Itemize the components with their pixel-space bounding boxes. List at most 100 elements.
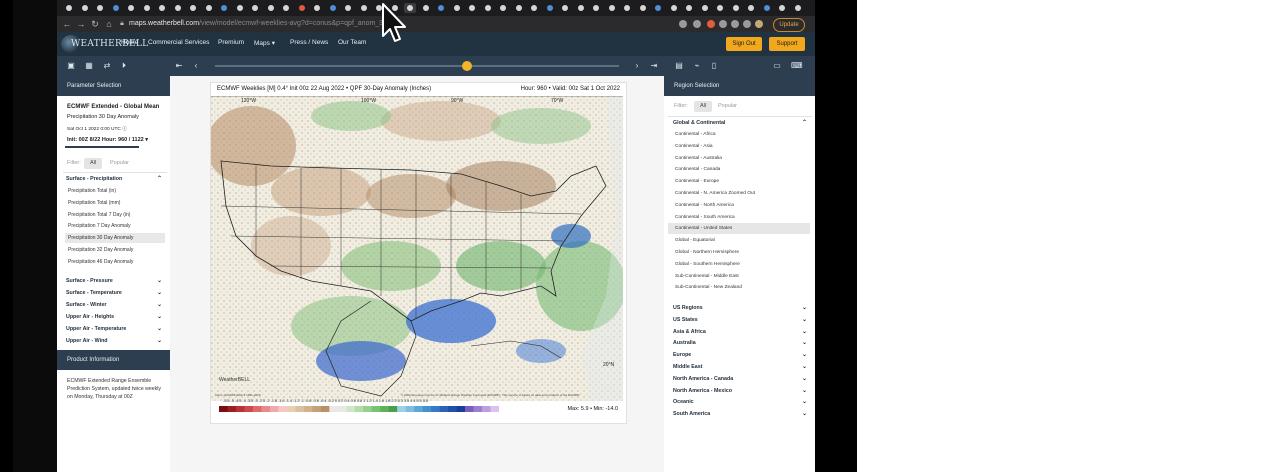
region-group[interactable]: North America - Canada ⌄ <box>673 374 807 385</box>
browser-tab[interactable] <box>187 3 199 13</box>
region-group[interactable]: North America - Mexico ⌄ <box>673 386 807 397</box>
parameter-group[interactable]: Surface - Temperature ⌄ <box>66 288 162 298</box>
browser-tab[interactable] <box>435 3 447 13</box>
init-hour-select[interactable]: Init: 00Z 8/22 Hour: 960 / 1122 ▾ <box>67 137 148 143</box>
region-item[interactable]: Continental - N. America Zoomed Out <box>668 188 810 199</box>
parameter-item[interactable]: Precipitation 32 Day Anomaly <box>65 245 165 255</box>
browser-tab[interactable] <box>63 3 75 13</box>
region-item[interactable]: Continental - Canada <box>668 164 810 175</box>
browser-tab[interactable] <box>327 3 339 13</box>
browser-tab[interactable] <box>203 3 215 13</box>
last-frame-icon[interactable]: ⇥ <box>650 62 658 70</box>
region-item[interactable]: Global - Northern Hemisphere <box>668 247 810 258</box>
parameter-item[interactable]: Precipitation 46 Day Anomaly <box>65 257 165 267</box>
map-image-card[interactable]: ECMWF Weeklies [M] 0.4° Init 00z 22 Aug … <box>210 82 627 424</box>
browser-tab[interactable] <box>420 3 432 13</box>
back-icon[interactable]: ← <box>62 19 72 29</box>
parameter-group[interactable]: Upper Air - Heights ⌄ <box>66 312 162 322</box>
browser-tab[interactable] <box>714 3 726 13</box>
single-panel-icon[interactable]: ▣ <box>67 62 75 70</box>
filter-popular-button[interactable]: Popular <box>718 103 737 109</box>
browser-tab[interactable] <box>234 3 246 13</box>
browser-tab[interactable] <box>249 3 261 13</box>
previous-frame-icon[interactable]: ‹ <box>192 62 200 70</box>
region-item[interactable]: Continental - Africa <box>668 129 810 140</box>
filter-all-button[interactable]: All <box>84 158 102 169</box>
browser-tab[interactable] <box>590 3 602 13</box>
browser-tab[interactable] <box>637 3 649 13</box>
home-icon[interactable]: ⌂ <box>104 19 114 29</box>
url-field[interactable]: maps.weatherbell.com/view/model/ecmwf-we… <box>129 19 609 29</box>
region-item[interactable]: Continental - Europe <box>668 176 810 187</box>
browser-tab[interactable] <box>172 3 184 13</box>
region-group[interactable]: US States ⌄ <box>673 315 807 326</box>
mouse-icon[interactable]: ▯ <box>710 62 718 70</box>
group-surface-precipitation[interactable]: Surface - Precipitation ⌃ <box>66 174 162 184</box>
browser-tab[interactable] <box>94 3 106 13</box>
browser-tab[interactable] <box>544 3 556 13</box>
browser-tab[interactable] <box>575 3 587 13</box>
compare-icon[interactable]: ⇄ <box>103 62 111 70</box>
browser-tab[interactable] <box>218 3 230 13</box>
browser-tab[interactable] <box>745 3 757 13</box>
browser-tab[interactable] <box>792 3 804 13</box>
region-group[interactable]: Australia ⌄ <box>673 338 807 349</box>
browser-tab[interactable] <box>358 3 370 13</box>
parameter-group[interactable]: Surface - Winter ⌄ <box>66 300 162 310</box>
parameter-group[interactable]: Upper Air - Temperature ⌄ <box>66 324 162 334</box>
nav-commercial-services[interactable]: Commercial Services <box>148 39 209 46</box>
play-icon[interactable]: ⏵ <box>120 62 128 70</box>
share-icon[interactable] <box>679 20 687 28</box>
browser-tab[interactable] <box>79 3 91 13</box>
browser-tab[interactable] <box>296 3 308 13</box>
browser-tab[interactable] <box>606 3 618 13</box>
forward-icon[interactable]: → <box>76 19 86 29</box>
region-item[interactable]: Global - Southern Hemisphere <box>668 259 810 270</box>
region-item[interactable]: Continental - North America <box>668 200 810 211</box>
next-frame-icon[interactable]: › <box>633 62 641 70</box>
parameter-item[interactable]: Precipitation Total (mm) <box>65 198 165 208</box>
update-button[interactable]: Update <box>773 18 805 32</box>
nav-press-news[interactable]: Press / News <box>290 39 328 46</box>
time-slider-thumb[interactable] <box>462 61 472 71</box>
region-group[interactable]: Europe ⌄ <box>673 350 807 361</box>
browser-tab[interactable] <box>513 3 525 13</box>
region-group[interactable]: US Regions ⌄ <box>673 303 807 314</box>
sign-out-button[interactable]: Sign Out <box>726 37 762 51</box>
browser-tab[interactable] <box>559 3 571 13</box>
region-item[interactable]: Global - Equatorial <box>668 235 810 246</box>
region-item[interactable]: Sub-Continental - Middle East <box>668 271 810 282</box>
region-item[interactable]: Continental - South America <box>668 212 810 223</box>
region-group[interactable]: Asia & Africa ⌄ <box>673 327 807 338</box>
browser-tab[interactable] <box>776 3 788 13</box>
region-group[interactable]: Middle East ⌄ <box>673 362 807 373</box>
sidebar-icon[interactable] <box>743 20 751 28</box>
browser-tab[interactable] <box>761 3 773 13</box>
extension-icon[interactable] <box>707 20 715 28</box>
reload-icon[interactable]: ↻ <box>90 19 100 29</box>
nav-our-team[interactable]: Our Team <box>338 39 366 46</box>
parameter-group[interactable]: Upper Air - Wind ⌄ <box>66 336 162 346</box>
browser-tab[interactable] <box>125 3 137 13</box>
grid-panel-icon[interactable]: ▦ <box>85 62 93 70</box>
browser-tab[interactable] <box>156 3 168 13</box>
browser-tab[interactable] <box>668 3 680 13</box>
calendar-icon[interactable]: ▤ <box>675 62 683 70</box>
nav-premium[interactable]: Premium <box>218 39 244 46</box>
browser-tab[interactable] <box>497 3 509 13</box>
browser-tab[interactable] <box>482 3 494 13</box>
region-item[interactable]: Continental - Asia <box>668 141 810 152</box>
keyboard-icon[interactable]: ⌨ <box>791 62 803 70</box>
browser-tab[interactable] <box>528 3 540 13</box>
browser-tab[interactable] <box>699 3 711 13</box>
parameter-item[interactable]: Precipitation Total 7 Day (in) <box>65 210 165 220</box>
browser-tab[interactable] <box>280 3 292 13</box>
browser-tab[interactable] <box>141 3 153 13</box>
region-item[interactable]: Continental - Australia <box>668 153 810 164</box>
browser-tab[interactable] <box>311 3 323 13</box>
browser-tab[interactable] <box>652 3 664 13</box>
first-frame-icon[interactable]: ⇤ <box>175 62 183 70</box>
parameter-item[interactable]: Precipitation 7 Day Anomaly <box>65 221 165 231</box>
region-group[interactable]: South America ⌄ <box>673 409 807 420</box>
browser-tab[interactable] <box>730 3 742 13</box>
